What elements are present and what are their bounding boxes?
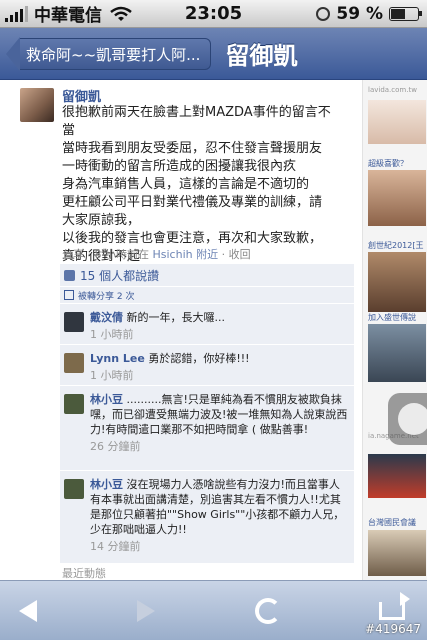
back-nav-button[interactable]: [10, 593, 46, 629]
post-meta: 分享 · 8 小時前在 Hsichih 附近 · 收回: [62, 246, 251, 262]
ad-lavida-url[interactable]: lavida.com.tw: [368, 86, 417, 94]
comment-text: 勇於認錯，你好棒!!!: [144, 352, 250, 365]
shares-count: 被轉分享 2 次: [78, 291, 135, 302]
post-line: 很抱歉前兩天在臉書上對MAZDA事件的留言不: [62, 105, 331, 120]
comment-author[interactable]: 林小豆: [90, 393, 123, 406]
battery-percent: 59 %: [336, 4, 383, 24]
comment-item: Lynn Lee 勇於認錯，你好棒!!! 1 小時前: [60, 345, 354, 386]
comment-avatar[interactable]: [64, 394, 84, 414]
comment-time: 1 小時前: [90, 369, 134, 382]
shares-row[interactable]: 被轉分享 2 次: [60, 287, 354, 304]
carrier-name: 中華電信: [34, 6, 102, 26]
comment-text: ..........無言!只是單純為看不慣朋友被欺負抹嘿，而已卻遭受無端力波及!…: [90, 393, 348, 436]
wifi-icon: [110, 6, 132, 21]
comment-avatar[interactable]: [64, 312, 84, 332]
signal-icon: [5, 5, 28, 22]
share-link[interactable]: 分享 · 8 小時前在: [62, 248, 152, 261]
comment-author[interactable]: 林小豆: [90, 478, 123, 491]
back-arrow-icon: [19, 600, 37, 622]
reload-icon: [255, 598, 281, 624]
post-author[interactable]: 留御凱: [62, 86, 101, 105]
avatar[interactable]: [20, 88, 54, 122]
comment-avatar[interactable]: [64, 353, 84, 373]
rotation-lock-icon: [316, 7, 331, 21]
page-title: 留御凱: [225, 42, 298, 70]
back-button-label: 救命阿~~凱哥要打人阿...: [20, 37, 212, 70]
comment-author[interactable]: Lynn Lee: [90, 352, 145, 365]
post-view: 留御凱 很抱歉前兩天在臉書上對MAZDA事件的留言不 當 當時我看到朋友受委屈，…: [0, 80, 362, 580]
likes-count: 15 個人都說讚: [80, 268, 160, 283]
post-body: 很抱歉前兩天在臉書上對MAZDA事件的留言不 當 當時我看到朋友受委屈，忍不住發…: [62, 104, 352, 266]
comment-time: 14 分鐘前: [90, 540, 141, 553]
comment-item: 戴汶倩 新的一年，長大囉... 1 小時前: [60, 304, 354, 345]
likes-row[interactable]: 15 個人都說讚: [60, 264, 354, 287]
ad-column: lavida.com.tw 超級喜歡？ 創世紀2012[王 加入盛世傳說 ia.…: [362, 80, 427, 580]
feedback-panel: 15 個人都說讚 被轉分享 2 次 戴汶倩 新的一年，長大囉... 1 小時前 L…: [60, 264, 354, 563]
comment-text: 沒在現場力人憑啥說些有力沒力!而且當事人有本事就出面講清楚，別追害其左看不慣力人…: [90, 478, 345, 536]
ad-title[interactable]: 創世紀2012[王: [368, 240, 423, 251]
ad-image[interactable]: [368, 170, 426, 226]
watermark: #419647: [365, 622, 421, 636]
post-line: 當時我看到朋友受委屈，忍不住發言聲援朋友: [62, 141, 323, 156]
navigation-bar: 救命阿~~凱哥要打人阿... 留御凱: [0, 28, 427, 80]
recent-activity-label: 最近動態: [62, 567, 106, 580]
post-line: 更枉顧公司平日對業代禮儀及專業的訓練，請: [62, 195, 323, 210]
comment-item: 林小豆 沒在現場力人憑啥說些有力沒力!而且當事人有本事就出面講清楚，別追害其左看…: [60, 471, 354, 563]
comment-text: 新的一年，長大囉...: [123, 311, 225, 324]
assistive-touch-button[interactable]: [388, 393, 427, 445]
ad-image[interactable]: [368, 530, 426, 576]
post-line: 身為汽車銷售人員，這樣的言論是不適切的: [62, 177, 310, 192]
battery-icon: [389, 7, 422, 21]
comment-time: 1 小時前: [90, 328, 134, 341]
ad-title[interactable]: 台灣國民會議: [368, 517, 416, 528]
like-icon: [64, 269, 75, 281]
post-line: 當: [62, 123, 76, 138]
forward-arrow-icon: [137, 600, 155, 622]
ad-title[interactable]: 超級喜歡？: [368, 158, 408, 169]
comment-time: 26 分鐘前: [90, 440, 141, 453]
comment-avatar[interactable]: [64, 479, 84, 499]
ad-image[interactable]: [368, 252, 426, 312]
ad-title[interactable]: 加入盛世傳說: [368, 312, 416, 323]
unshare-link[interactable]: · 收回: [218, 248, 251, 261]
ad-image[interactable]: [368, 324, 426, 382]
back-button[interactable]: 救命阿~~凱哥要打人阿...: [6, 36, 212, 71]
ad-image[interactable]: [368, 100, 426, 144]
back-arrow-icon: [6, 36, 20, 71]
forward-nav-button[interactable]: [128, 593, 164, 629]
reload-button[interactable]: [250, 593, 286, 629]
location-link[interactable]: Hsichih 附近: [152, 248, 218, 261]
ad-image[interactable]: [368, 454, 426, 498]
browser-toolbar: #419647: [0, 580, 427, 640]
comment-author[interactable]: 戴汶倩: [90, 311, 123, 324]
comment-item: 林小豆 ..........無言!只是單純為看不慣朋友被欺負抹嘿，而已卻遭受無端…: [60, 386, 354, 471]
share-icon: [64, 290, 74, 300]
status-bar: 中華電信 23:05 59 %: [0, 0, 427, 28]
post-line: 大家原諒我，: [62, 213, 141, 228]
post-line: 一時衝動的留言所造成的困擾讓我很內疚: [62, 159, 297, 174]
share-icon: [379, 592, 410, 620]
